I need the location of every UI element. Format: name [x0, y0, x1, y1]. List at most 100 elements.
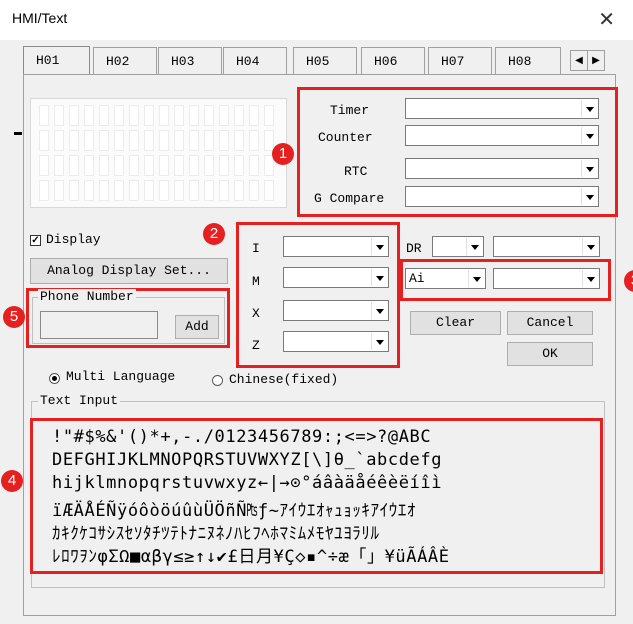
ok-button[interactable]: OK — [507, 342, 593, 366]
chevron-down-icon — [371, 333, 387, 350]
lcd-cell — [174, 155, 184, 176]
close-icon[interactable]: ✕ — [598, 7, 615, 32]
display-checkbox[interactable]: ✓ — [30, 235, 41, 246]
chevron-down-icon — [581, 188, 597, 205]
lcd-cell — [144, 155, 154, 176]
character-row[interactable]: ｶｷｸｹｺｻｼｽｾｿﾀﾁﾂﾃﾄﾅﾆﾇﾈﾉﾊﾋﾌﾍﾎﾏﾐﾑﾒﾓﾔﾕﾖﾗﾘﾙ — [52, 519, 380, 544]
m-label: M — [252, 274, 260, 289]
lcd-cell — [84, 180, 94, 201]
tab-h03[interactable]: H03 — [158, 47, 222, 74]
timer-select[interactable] — [405, 98, 599, 119]
tab-h07[interactable]: H07 — [428, 47, 492, 74]
ai-select[interactable]: Ai — [405, 268, 486, 289]
lcd-cell — [159, 155, 169, 176]
tab-scroll-left-icon[interactable]: ◀ — [570, 50, 588, 71]
window-title: HMI/Text — [12, 10, 68, 26]
phone-number-input[interactable] — [40, 311, 158, 339]
lcd-cell — [54, 130, 64, 151]
chevron-down-icon — [466, 238, 482, 255]
character-row[interactable]: hijklmnopqrstuvwxyz←|→⊙°áâàäåéêèëíîì — [52, 473, 442, 493]
section-2-badge: 2 — [203, 223, 225, 245]
chevron-down-icon — [581, 100, 597, 117]
x-label: X — [252, 306, 260, 321]
section-4-badge: 4 — [1, 470, 23, 492]
chevron-down-icon — [468, 270, 484, 287]
tab-h04[interactable]: H04 — [223, 47, 287, 74]
lcd-cell — [219, 155, 229, 176]
x-select[interactable] — [283, 300, 389, 321]
lcd-cell — [144, 130, 154, 151]
lcd-preview[interactable] — [30, 98, 287, 208]
lcd-cell — [99, 105, 109, 126]
multi-language-radio[interactable] — [49, 373, 60, 384]
character-row[interactable]: ïÆÄÅÉÑÿóôòöúûùÜÖñÑ₧ƒ~ｱｲｳｴｵｬｭｮｯｷｱｲｳｴｵ — [52, 496, 416, 521]
lcd-cell — [234, 130, 244, 151]
lcd-cell — [99, 180, 109, 201]
clear-button[interactable]: Clear — [410, 311, 501, 335]
g-compare-select[interactable] — [405, 186, 599, 207]
lcd-cell — [159, 130, 169, 151]
character-row[interactable]: DEFGHIJKLMNOPQRSTUVWXYZ[\]θ_`abcdefg — [52, 450, 442, 470]
lcd-cell — [144, 180, 154, 201]
lcd-cell — [99, 130, 109, 151]
lcd-cell — [234, 155, 244, 176]
lcd-cell — [114, 105, 124, 126]
chinese-fixed-radio[interactable] — [212, 375, 223, 386]
tab-h01[interactable]: H01 — [23, 46, 90, 75]
lcd-cell — [39, 130, 49, 151]
dr-value-select[interactable] — [493, 236, 600, 257]
cancel-button[interactable]: Cancel — [507, 311, 593, 335]
lcd-cursor — [14, 132, 22, 135]
lcd-cell — [204, 155, 214, 176]
lcd-cell — [69, 105, 79, 126]
text-input-title: Text Input — [38, 393, 121, 408]
timer-label: Timer — [330, 103, 370, 118]
lcd-cell — [189, 180, 199, 201]
add-button[interactable]: Add — [175, 315, 219, 339]
lcd-cell — [159, 180, 169, 201]
lcd-cell — [39, 155, 49, 176]
lcd-cell — [114, 155, 124, 176]
lcd-cell — [264, 105, 274, 126]
lcd-cell — [174, 130, 184, 151]
counter-select[interactable] — [405, 125, 599, 146]
i-label: I — [252, 241, 260, 256]
i-select[interactable] — [283, 236, 389, 257]
tab-h06[interactable]: H06 — [361, 47, 425, 74]
tab-h02[interactable]: H02 — [93, 47, 157, 74]
lcd-cell — [114, 180, 124, 201]
analog-display-set-button[interactable]: Analog Display Set... — [30, 258, 228, 284]
lcd-cell — [39, 180, 49, 201]
section-1-badge: 1 — [272, 143, 294, 165]
z-select[interactable] — [283, 331, 389, 352]
ai-value-select[interactable] — [493, 268, 600, 289]
lcd-cell — [189, 105, 199, 126]
m-select[interactable] — [283, 267, 389, 288]
section-3-badge: 3 — [624, 270, 633, 292]
phone-number-title: Phone Number — [38, 289, 136, 304]
tab-h08[interactable]: H08 — [495, 47, 561, 74]
lcd-cell — [234, 180, 244, 201]
chevron-down-icon — [371, 238, 387, 255]
character-row[interactable]: !"#$%&'()*+,-./0123456789:;<=>?@ABC — [52, 427, 431, 447]
lcd-cell — [84, 130, 94, 151]
dr-select[interactable] — [432, 236, 484, 257]
character-row[interactable]: ﾚﾛﾜｦﾝφΣΩ■αβγ≤≥↑↓✔£日月¥Ç◇▪^÷æ「」¥üÃÁÂÈ — [52, 542, 450, 567]
lcd-cell — [174, 105, 184, 126]
lcd-cell — [129, 130, 139, 151]
lcd-cell — [84, 105, 94, 126]
lcd-cell — [204, 105, 214, 126]
lcd-cell — [219, 180, 229, 201]
counter-label: Counter — [318, 130, 373, 145]
lcd-cell — [69, 155, 79, 176]
lcd-cell — [204, 180, 214, 201]
tab-scroll-right-icon[interactable]: ▶ — [587, 50, 605, 71]
z-label: Z — [252, 338, 260, 353]
chevron-down-icon — [582, 238, 598, 255]
lcd-cell — [99, 155, 109, 176]
display-label: Display — [46, 232, 101, 247]
tab-h05[interactable]: H05 — [293, 47, 357, 74]
chevron-down-icon — [581, 127, 597, 144]
rtc-select[interactable] — [405, 158, 599, 179]
dr-label: DR — [406, 241, 422, 256]
